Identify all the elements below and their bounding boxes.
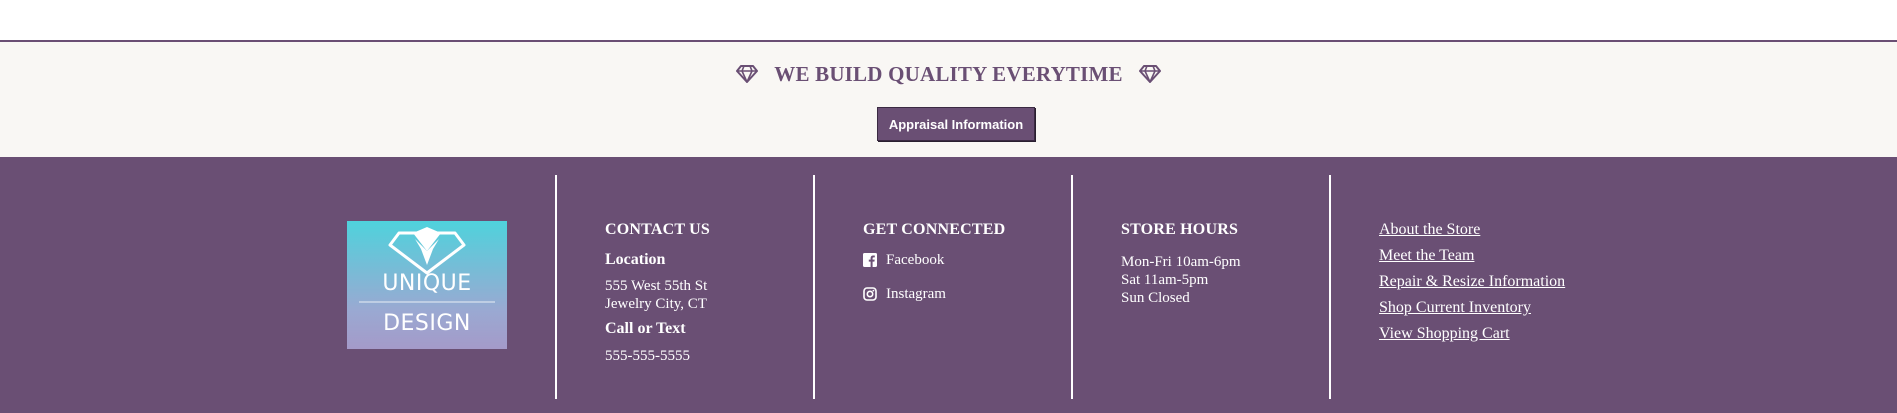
social-item-label: Instagram <box>886 286 946 302</box>
quality-banner: WE BUILD QUALITY EVERYTIME Appraisal Inf… <box>0 40 1897 157</box>
contact-heading: CONTACT US <box>605 221 710 238</box>
about-the-store-link[interactable]: About the Store <box>1379 221 1480 239</box>
tagline-row: WE BUILD QUALITY EVERYTIME <box>0 59 1897 89</box>
diamond-icon <box>1138 65 1161 83</box>
hours-line: Sat 11am-5pm <box>1121 272 1209 288</box>
hours-heading: STORE HOURS <box>1121 221 1239 238</box>
meet-the-team-link[interactable]: Meet the Team <box>1379 247 1474 265</box>
logo-text-unique: UNIQUE <box>382 271 472 296</box>
instagram-link[interactable]: Instagram <box>863 285 946 303</box>
instagram-icon <box>863 287 877 301</box>
facebook-icon <box>863 253 877 267</box>
unique-design-logo[interactable]: UNIQUE DESIGN <box>347 221 507 349</box>
phone-number: 555-555-5555 <box>605 348 690 364</box>
column-divider <box>1329 175 1331 399</box>
logo-text-design: DESIGN <box>383 311 471 336</box>
address-line-2: Jewelry City, CT <box>605 296 707 312</box>
column-divider <box>1071 175 1073 399</box>
hours-line: Sun Closed <box>1121 290 1190 306</box>
social-item-label: Facebook <box>886 252 945 268</box>
facebook-link[interactable]: Facebook <box>863 251 944 269</box>
tagline-text: WE BUILD QUALITY EVERYTIME <box>774 61 1123 86</box>
hours-line: Mon-Fri 10am-6pm <box>1121 254 1241 270</box>
contact-column: CONTACT US Location 555 West 55th St Jew… <box>605 221 795 364</box>
view-shopping-cart-link[interactable]: View Shopping Cart <box>1379 325 1510 343</box>
location-label: Location <box>605 251 666 268</box>
column-divider <box>555 175 557 399</box>
appraisal-information-button[interactable]: Appraisal Information <box>877 107 1035 141</box>
store-hours-column: STORE HOURS Mon-Fri 10am-6pm Sat 11am-5p… <box>1121 221 1311 306</box>
page-top-area <box>0 0 1897 40</box>
repair-resize-information-link[interactable]: Repair & Resize Information <box>1379 273 1565 291</box>
site-footer: UNIQUE DESIGN CONTACT US Location 555 We… <box>0 157 1897 413</box>
social-heading: GET CONNECTED <box>863 221 1006 238</box>
social-column: GET CONNECTED Facebook Instagram <box>863 221 1053 302</box>
column-divider <box>813 175 815 399</box>
diamond-icon <box>736 65 759 83</box>
call-label: Call or Text <box>605 320 686 337</box>
shop-current-inventory-link[interactable]: Shop Current Inventory <box>1379 299 1531 317</box>
address-line-1: 555 West 55th St <box>605 278 708 294</box>
